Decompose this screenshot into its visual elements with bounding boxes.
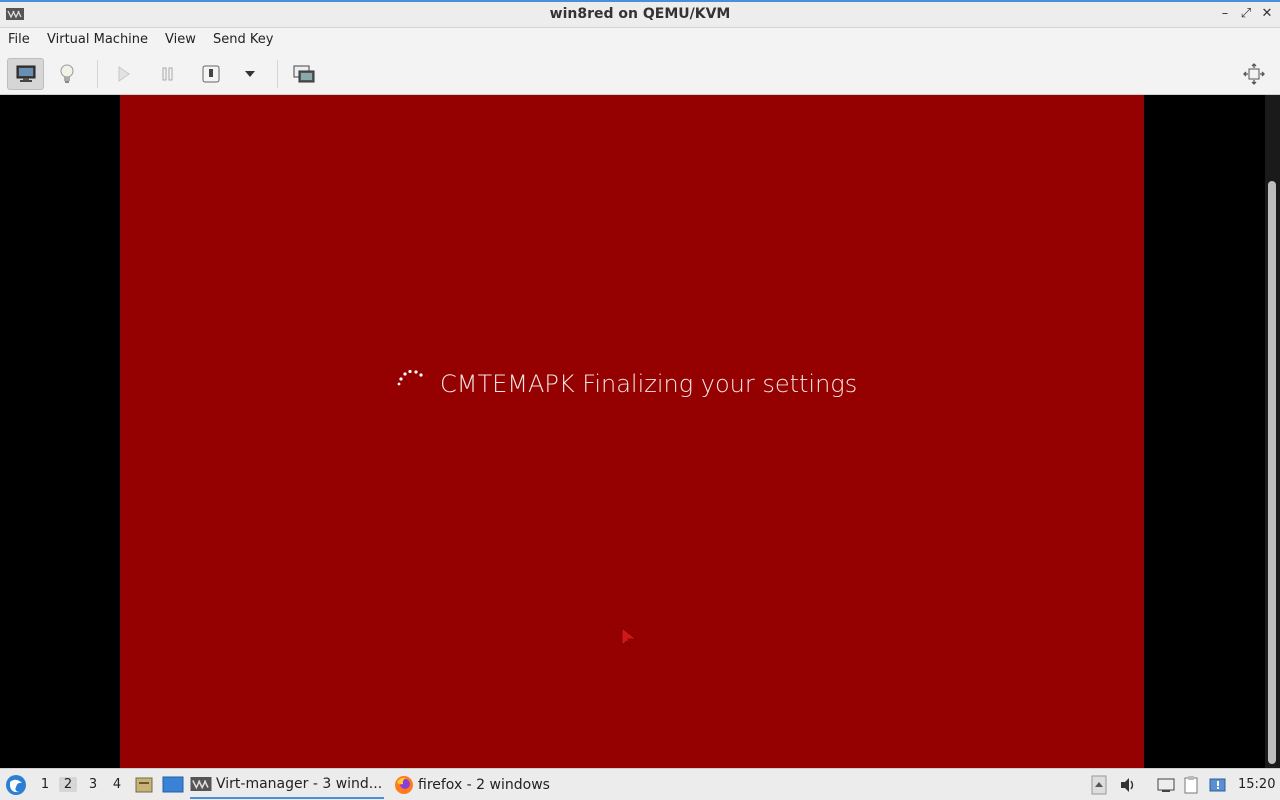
fullscreen-icon [1243,63,1265,85]
show-desktop-icon[interactable] [162,775,184,795]
window-titlebar: win8red on QEMU/KVM – ⤢ ✕ [0,0,1280,28]
close-icon[interactable]: ✕ [1259,6,1275,22]
network-icon[interactable] [1156,775,1176,795]
run-button[interactable] [110,58,138,90]
task-virt-manager[interactable]: Virt-manager - 3 wind... [190,771,384,799]
file-manager-icon[interactable] [134,775,154,795]
clock[interactable]: 15:20 [1238,777,1275,792]
menu-view[interactable]: View [165,32,196,47]
shutdown-icon [202,65,220,83]
menu-send-key[interactable]: Send Key [213,32,273,47]
firefox-icon [395,776,413,794]
shutdown-menu-chevron-icon [245,71,255,77]
volume-icon[interactable] [1119,775,1137,795]
task-firefox-label: firefox - 2 windows [418,777,550,793]
vm-status-message: CMTEMAPK Finalizing your settings [440,370,858,398]
vertical-scrollbar[interactable] [1265,95,1280,768]
toolbar [0,52,1280,95]
maximize-icon[interactable]: ⤢ [1238,6,1254,22]
details-lightbulb-icon [60,64,74,83]
snapshots-button[interactable] [290,58,318,90]
taskbar: 1 2 3 4 Virt-manager - 3 wind... firefox… [0,768,1280,800]
console-button[interactable] [7,58,44,90]
shutdown-button[interactable] [197,58,225,90]
vm-viewer[interactable]: CMTEMAPK Finalizing your settings [0,95,1280,768]
run-icon [118,66,130,82]
virt-manager-icon [190,777,212,791]
notification-icon[interactable] [1208,775,1228,795]
window-title: win8red on QEMU/KVM [549,6,731,22]
pause-button[interactable] [154,58,182,90]
vm-screen[interactable]: CMTEMAPK Finalizing your settings [120,95,1144,768]
console-icon [16,65,35,82]
task-firefox[interactable]: firefox - 2 windows [394,771,564,799]
clipboard-icon[interactable] [1182,775,1202,795]
snapshots-icon [293,65,315,83]
toolbar-separator [277,60,278,88]
start-menu-icon[interactable] [5,774,27,796]
workspace-3[interactable]: 3 [84,777,102,792]
menu-bar: File Virtual Machine View Send Key [0,28,1280,52]
shutdown-menu-button[interactable] [238,58,262,90]
fullscreen-button[interactable] [1240,58,1268,90]
scrollbar-thumb[interactable] [1268,181,1276,764]
toolbar-separator [97,60,98,88]
mouse-cursor-icon [621,627,638,648]
menu-virtual-machine[interactable]: Virtual Machine [47,32,148,47]
menu-file[interactable]: File [8,32,30,47]
tray-expand-icon[interactable] [1091,775,1107,795]
details-button[interactable] [52,58,82,90]
workspace-1[interactable]: 1 [36,777,54,792]
loading-spinner-icon [397,369,423,386]
workspace-4[interactable]: 4 [108,777,126,792]
task-virt-manager-label: Virt-manager - 3 wind... [216,776,383,792]
pause-icon [162,67,173,81]
workspace-2[interactable]: 2 [59,777,77,792]
minimize-icon[interactable]: – [1217,6,1233,22]
